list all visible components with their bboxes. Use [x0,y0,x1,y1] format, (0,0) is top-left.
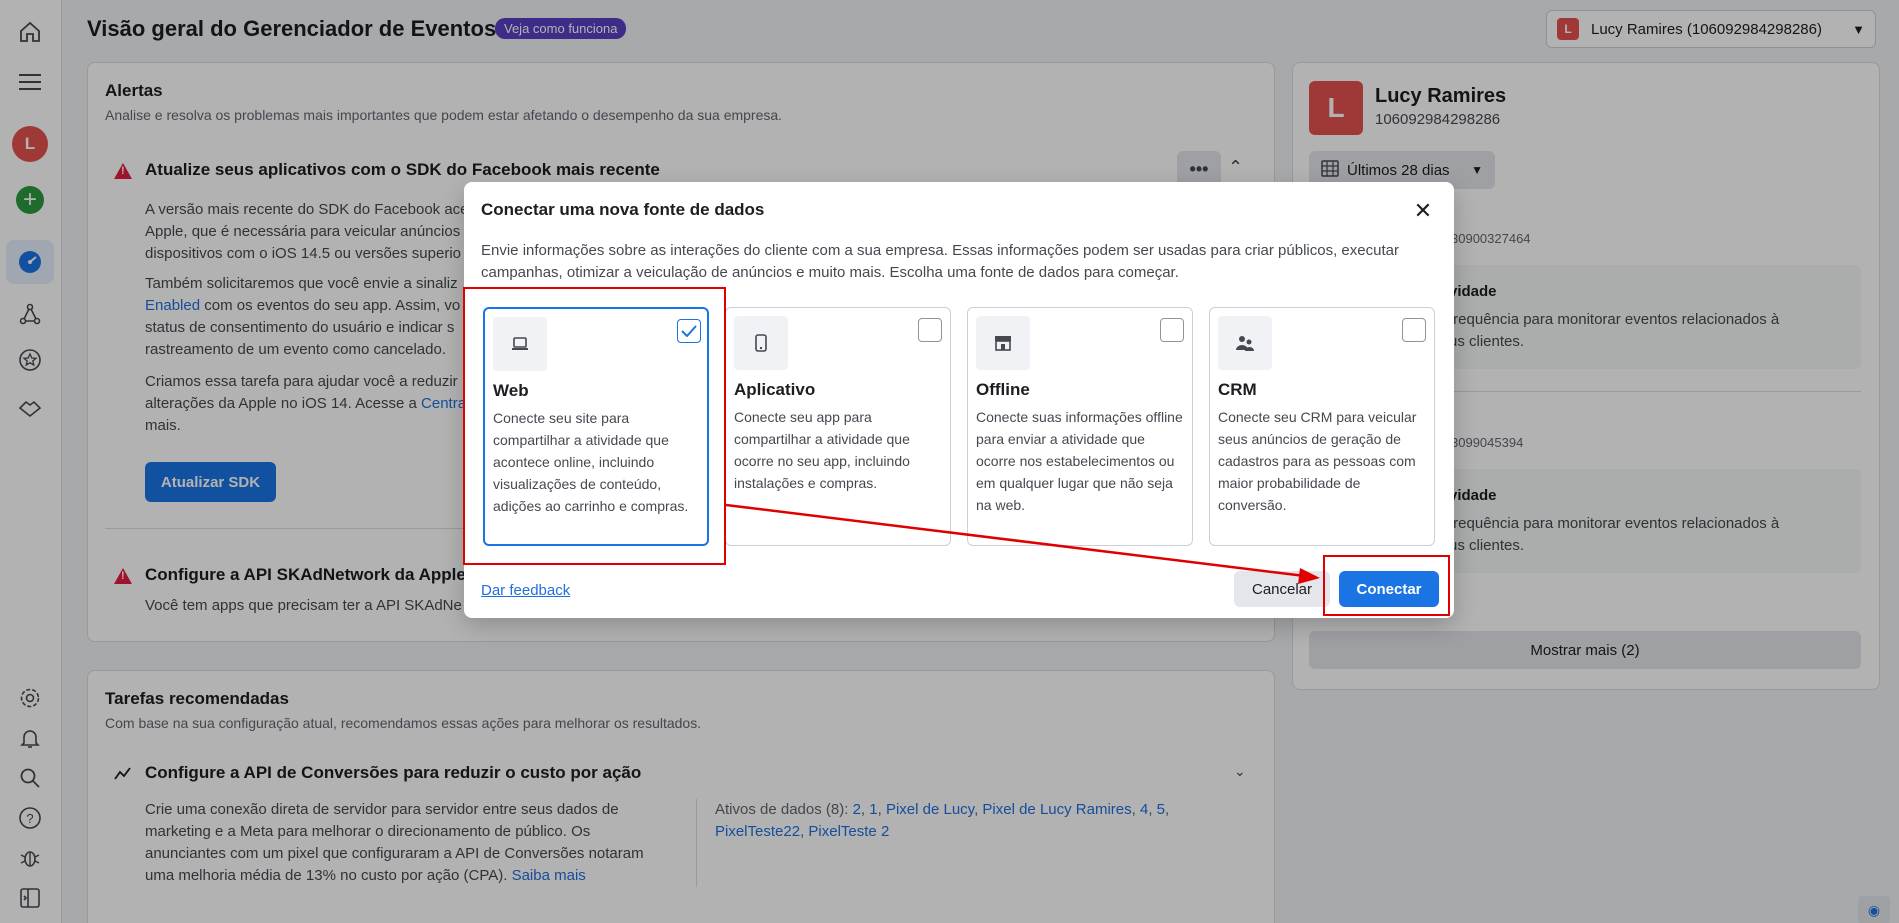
annotation-arrow [725,503,1320,584]
